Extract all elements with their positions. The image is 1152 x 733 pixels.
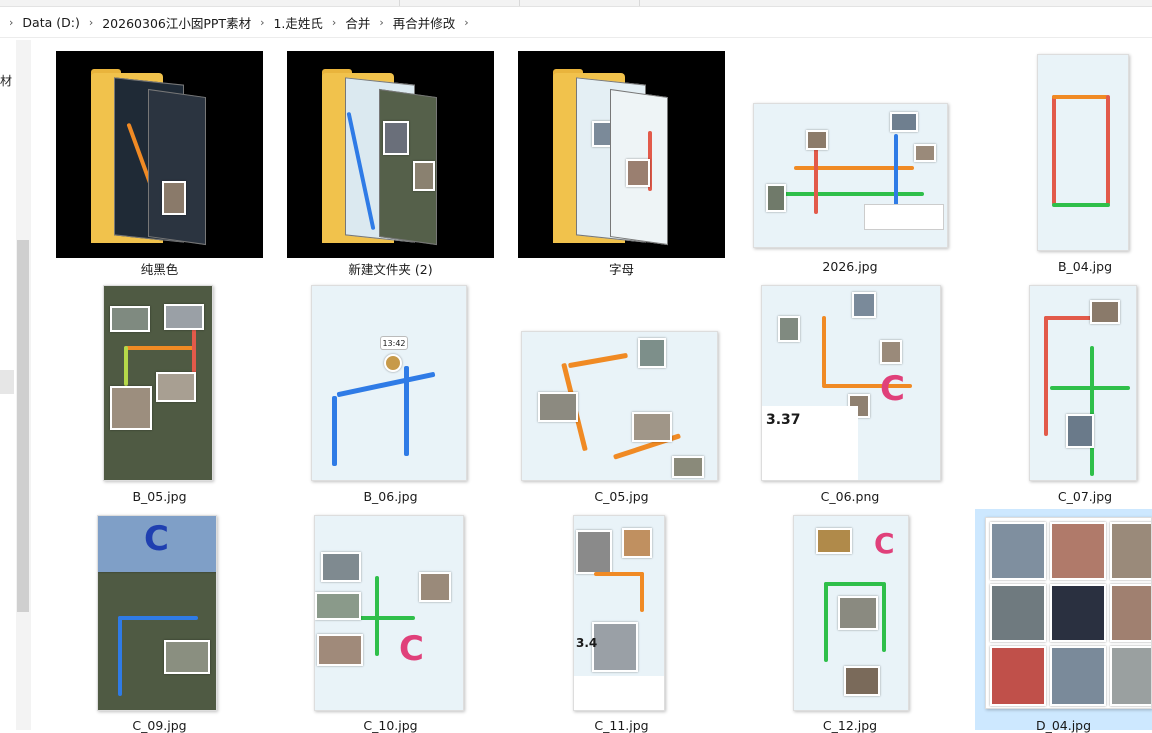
file-name: C_11.jpg — [594, 718, 649, 733]
letter-c-overlay: C — [399, 629, 424, 669]
file-name: C_07.jpg — [1057, 489, 1113, 504]
file-tile-image[interactable]: B_04.jpg — [985, 51, 1152, 277]
chevron-right-icon[interactable]: › — [0, 16, 22, 29]
file-tile-image[interactable]: 13:42 B_06.jpg — [287, 281, 494, 507]
nav-item-selected-highlight[interactable] — [0, 370, 14, 394]
file-tile-folder[interactable]: 纯黑色 — [56, 51, 263, 277]
top-toolbar-strip — [0, 0, 1152, 7]
file-name: C_09.jpg — [132, 718, 187, 733]
breadcrumb-item[interactable]: 再合并修改 — [393, 13, 456, 32]
file-tile-folder[interactable]: 字母 — [518, 51, 725, 277]
file-name: 新建文件夹 (2) — [348, 262, 433, 277]
file-tile-image[interactable]: B_05.jpg — [56, 281, 263, 507]
chevron-right-icon[interactable]: › — [323, 16, 345, 29]
toolbar-button-edge[interactable] — [330, 0, 400, 6]
breadcrumb-item[interactable]: 合并 — [345, 13, 370, 32]
folder-thumbnail — [287, 51, 494, 258]
image-thumbnail — [985, 517, 1152, 709]
file-tile-image[interactable]: 3.4 C_11.jpg — [518, 511, 725, 733]
image-thumbnail: C — [793, 515, 909, 711]
file-name: C_05.jpg — [594, 489, 649, 504]
image-thumbnail: 13:42 — [311, 285, 467, 481]
file-name: B_05.jpg — [132, 489, 187, 504]
file-name: D_04.jpg — [1035, 718, 1092, 733]
nav-item-partial-label[interactable]: 材 — [0, 72, 12, 89]
image-thumbnail — [753, 103, 948, 248]
letter-c-overlay: C — [144, 519, 169, 559]
file-tile-image[interactable]: C C_09.jpg — [56, 511, 263, 733]
breadcrumb-item[interactable]: 20260306江小囡PPT素材 — [102, 13, 251, 32]
file-name: 纯黑色 — [140, 262, 179, 277]
chevron-right-icon[interactable]: › — [251, 16, 273, 29]
chevron-right-icon[interactable]: › — [80, 16, 102, 29]
address-bar[interactable]: › Data (D:) › 20260306江小囡PPT素材 › 1.走姓氏 ›… — [0, 8, 1152, 38]
file-name: 字母 — [608, 262, 634, 277]
chevron-right-icon[interactable]: › — [370, 16, 392, 29]
file-tile-image-selected[interactable]: D_04.jpg — [975, 509, 1152, 733]
folder-thumbnail — [56, 51, 263, 258]
distance-readout: 3.37 — [766, 412, 801, 428]
distance-readout: 3.4 — [576, 636, 598, 650]
file-name: B_06.jpg — [363, 489, 418, 504]
image-thumbnail — [103, 285, 213, 481]
image-thumbnail: C — [97, 515, 217, 711]
chevron-right-icon[interactable]: › — [455, 16, 477, 29]
file-tile-image[interactable]: 2026.jpg — [750, 51, 950, 277]
image-thumbnail — [521, 331, 718, 481]
file-name: C_12.jpg — [822, 718, 878, 733]
letter-c-overlay: C — [880, 369, 905, 409]
file-tile-image[interactable]: C C_12.jpg — [750, 511, 950, 733]
file-tile-image[interactable]: C C_10.jpg — [287, 511, 494, 733]
file-tile-image[interactable]: C_07.jpg — [985, 281, 1152, 507]
file-tile-image[interactable]: C_05.jpg — [518, 281, 725, 507]
file-name: B_04.jpg — [1057, 259, 1113, 274]
file-name: 2026.jpg — [822, 259, 878, 274]
toolbar-button-edge[interactable] — [570, 0, 640, 6]
file-tile-folder[interactable]: 新建文件夹 (2) — [287, 51, 494, 277]
letter-c-overlay: C — [874, 527, 895, 560]
toolbar-button-edge[interactable] — [450, 0, 520, 6]
image-thumbnail — [1037, 54, 1129, 251]
breadcrumb-item[interactable]: Data (D:) — [22, 15, 79, 30]
image-thumbnail: C 3.37 — [761, 285, 941, 481]
breadcrumb-item[interactable]: 1.走姓氏 — [273, 13, 322, 32]
image-thumbnail: C — [314, 515, 464, 711]
file-name: C_06.png — [820, 489, 880, 504]
file-name: C_10.jpg — [363, 718, 418, 733]
folder-thumbnail — [518, 51, 725, 258]
file-tile-image[interactable]: C 3.37 C_06.png — [750, 281, 950, 507]
nav-scrollbar-thumb[interactable] — [17, 240, 29, 612]
time-bubble: 13:42 — [380, 336, 408, 350]
image-thumbnail: 3.4 — [573, 515, 665, 711]
image-thumbnail — [1029, 285, 1137, 481]
